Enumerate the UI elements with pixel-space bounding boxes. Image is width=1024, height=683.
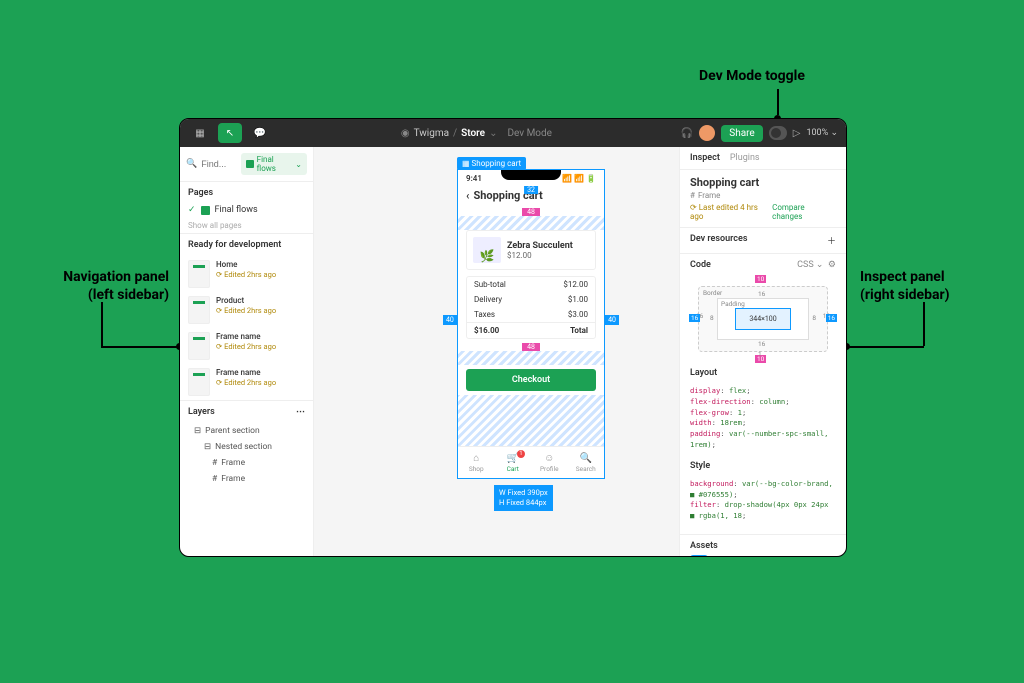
ready-item[interactable]: Frame nameEdited 2hrs ago [180,364,313,400]
canvas[interactable]: ▦ Shopping cart 9:41📶 📶 🔋 32 ‹ Shopping … [314,147,679,556]
leader-line [101,346,177,348]
checkout-button[interactable]: Checkout [466,369,596,391]
tab-shop[interactable]: ⌂Shop [458,447,495,478]
dev-mode-toggle[interactable] [769,126,787,140]
leader-line [848,346,924,348]
ready-list: HomeEdited 2hrs agoProductEdited 2hrs ag… [180,256,313,400]
component-icon [690,555,708,556]
breadcrumb: ◉ Twigma / Store ⌄ Dev Mode [278,128,675,139]
style-code[interactable]: background: var(--bg-color-brand, ■ #076… [690,473,836,528]
annotation-inspect-panel: Inspect panel(right sidebar) [860,269,1010,304]
dev-resources: Dev resources ＋ [680,228,846,254]
share-button[interactable]: Share [721,125,762,142]
dimensions-label: W Fixed 390px H Fixed 844px [494,485,553,511]
annotation-nav-panel: Navigation panel(left sidebar) [37,269,169,304]
selection-info: Shopping cart #Frame ⟳ Last edited 4 hrs… [680,170,846,228]
measurement: 48 [522,208,540,216]
layer-row[interactable]: #Frame [180,455,313,471]
present-icon[interactable]: ▷ [793,128,801,139]
compare-link[interactable]: Compare changes [772,203,836,221]
ready-item[interactable]: HomeEdited 2hrs ago [180,256,313,292]
menu-icon[interactable]: ▦ [188,123,212,143]
tab-inspect[interactable]: Inspect [690,153,720,163]
check-icon: ✓ [188,205,196,215]
tab-plugins[interactable]: Plugins [730,153,760,163]
phone-notch [501,170,561,180]
navigation-panel: 🔍 Final flows⌄ Pages ✓ Final flows Show … [180,147,314,556]
box-model: 10 10 Border 16 16 16 16 Padding 16 16 8… [694,278,832,360]
comment-icon[interactable]: 💬 [248,123,272,143]
find-bar: 🔍 Final flows⌄ [180,147,313,182]
leader-line [101,302,103,346]
topbar: ▦ ↖ 💬 ◉ Twigma / Store ⌄ Dev Mode 🎧 Shar… [180,119,846,147]
flow-pill[interactable]: Final flows⌄ [241,153,307,175]
spacing-overlay [458,351,604,365]
find-input[interactable] [201,159,237,169]
layers-panel: Layers⋯ ⊟Parent section⊟Nested section#F… [180,400,313,487]
tab-profile[interactable]: ☺Profile [531,447,568,478]
tab-cart[interactable]: 🛒Cart [495,447,532,478]
cart-item: Zebra Succulent $12.00 [466,230,596,270]
ready-header: Ready for development [180,233,313,256]
avatar[interactable] [699,125,715,141]
page-icon [201,206,210,215]
selected-frame[interactable]: 9:41📶 📶 🔋 32 ‹ Shopping cart 48 Zebra Su… [457,169,605,479]
back-icon[interactable]: ‹ [466,189,469,202]
more-icon[interactable]: ⋯ [296,407,305,417]
measurement: 40 [443,315,457,325]
app-window: ▦ ↖ 💬 ◉ Twigma / Store ⌄ Dev Mode 🎧 Shar… [179,118,847,557]
zoom-level[interactable]: 100% ⌄ [806,128,838,138]
inspect-panel: Inspect Plugins Shopping cart #Frame ⟳ L… [679,147,846,556]
show-all-pages[interactable]: Show all pages [180,218,313,233]
assets-section: Assets Checkbox ◇ Component instance [680,535,846,556]
spacing-overlay [458,216,604,230]
item-image [473,237,501,263]
measurement: 48 [522,343,540,351]
code-section: CodeCSS ⌄ ⚙ 10 10 Border 16 16 16 16 Pad… [680,254,846,535]
measurement: 40 [605,315,619,325]
headphones-icon[interactable]: 🎧 [681,128,693,139]
frame-icon: # [690,191,695,200]
leader-line [923,302,925,346]
layer-row[interactable]: ⊟Nested section [180,439,313,455]
add-icon[interactable]: ＋ [827,234,836,247]
tab-search[interactable]: 🔍Search [568,447,605,478]
layer-row[interactable]: ⊟Parent section [180,423,313,439]
ready-item[interactable]: Frame nameEdited 2hrs ago [180,328,313,364]
ready-item[interactable]: ProductEdited 2hrs ago [180,292,313,328]
measurement: 32 [524,186,538,194]
asset-item[interactable]: Checkbox ◇ Component instance [690,551,836,556]
move-tool-icon[interactable]: ↖ [218,123,242,143]
page-item[interactable]: ✓ Final flows [180,202,313,218]
totals: Sub-total$12.00Delivery$1.00Taxes$3.00$1… [466,276,596,339]
layout-code[interactable]: display: flex;flex-direction: column;fle… [690,380,836,457]
inspect-tabs: Inspect Plugins [680,147,846,170]
search-icon: 🔍 [186,159,197,169]
tab-bar: ⌂Shop🛒Cart☺Profile🔍Search [458,446,604,478]
pages-header: Pages [180,182,313,202]
layer-row[interactable]: #Frame [180,471,313,487]
annotation-dev-mode: Dev Mode toggle [699,68,805,86]
leader-line [777,89,779,115]
